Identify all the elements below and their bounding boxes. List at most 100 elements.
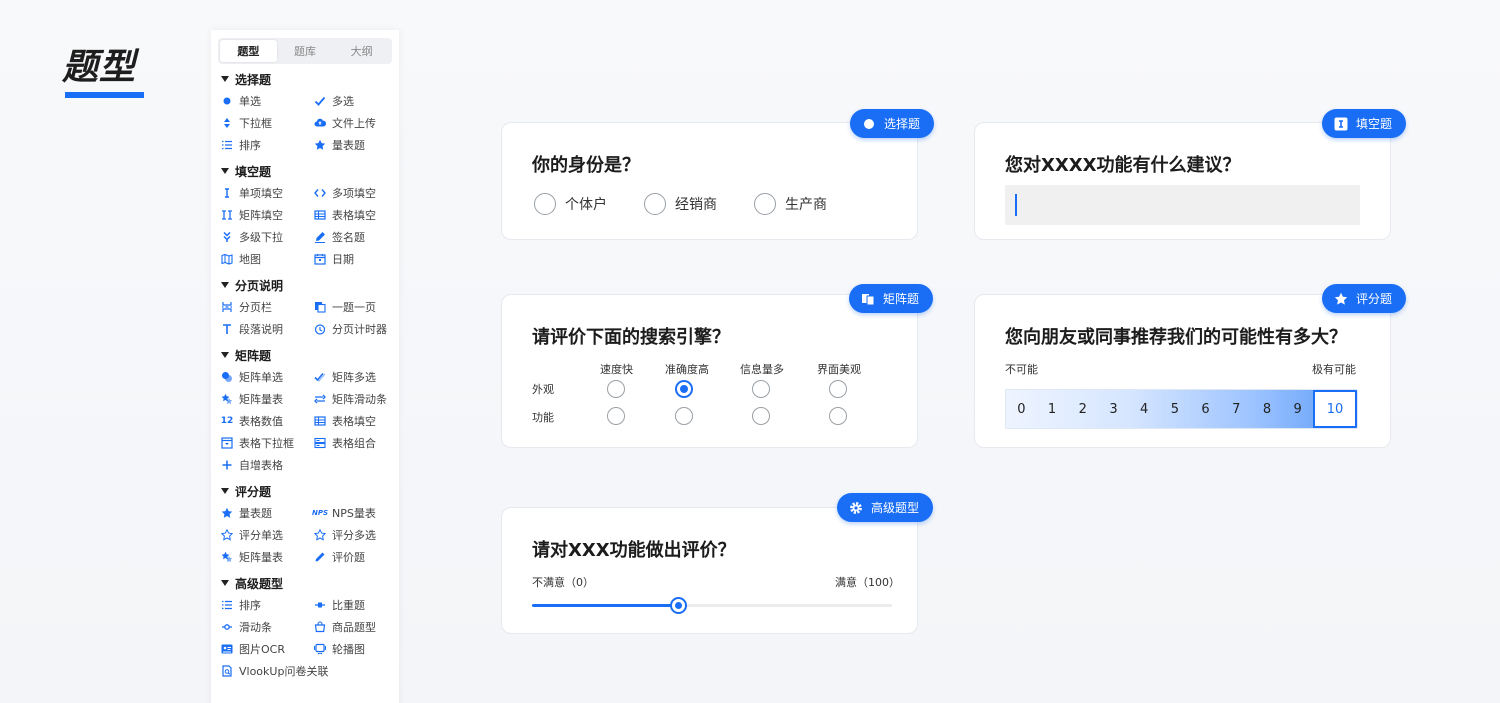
tab-outline[interactable]: 大纲 [333, 40, 390, 62]
sidebar-item[interactable]: 日期 [314, 248, 399, 270]
option-radio[interactable] [534, 193, 556, 215]
nps-score[interactable]: 4 [1129, 390, 1160, 428]
list-icon [221, 139, 233, 151]
timer-icon [314, 323, 326, 335]
nps-score[interactable]: 3 [1098, 390, 1129, 428]
matrix-radio[interactable] [607, 380, 625, 398]
sidebar-group-title[interactable]: 分页说明 [221, 274, 399, 296]
sidebar-item-label: 多级下拉 [239, 231, 283, 244]
fill-question-card[interactable]: 您对XXXX功能有什么建议？ [974, 122, 1391, 240]
matrix-radio-selected[interactable] [675, 380, 693, 398]
answer-input[interactable] [1005, 185, 1360, 225]
sidebar-item-label: 排序 [239, 599, 261, 612]
nps-score-selected[interactable]: 10 [1313, 390, 1357, 428]
sidebar-item[interactable]: 商品题型 [314, 616, 399, 638]
nps-question-card[interactable]: 您向朋友或同事推荐我们的可能性有多大？ 不可能 极有可能 01234567891… [974, 294, 1391, 448]
sidebar-item[interactable]: 多选 [314, 90, 399, 112]
sidebar-item[interactable]: 矩阵单选 [221, 366, 314, 388]
nps-score[interactable]: 9 [1282, 390, 1313, 428]
question-text: 请评价下面的搜索引擎？ [532, 327, 730, 348]
sidebar-item[interactable]: NPS NPS量表 [312, 502, 399, 524]
nps-score[interactable]: 1 [1037, 390, 1068, 428]
sidebar-item-label: 地图 [239, 253, 261, 266]
tab-question-bank[interactable]: 题库 [277, 40, 334, 62]
sidebar-item[interactable]: 签名题 [314, 226, 399, 248]
sidebar-item[interactable]: 评分单选 [221, 524, 314, 546]
sidebar-group-label: 分页说明 [235, 278, 284, 293]
weight-icon [314, 599, 326, 611]
sidebar-item[interactable]: VlookUp问卷关联 [221, 660, 328, 682]
matrix-radio[interactable] [829, 407, 847, 425]
option-radio[interactable] [644, 193, 666, 215]
sidebar-item[interactable]: 自增表格 [221, 454, 314, 476]
sidebar-group-title[interactable]: 评分题 [221, 480, 399, 502]
dot-icon [221, 95, 233, 107]
pencil-icon [314, 551, 326, 563]
nps-high-label: 极有可能 [1312, 363, 1356, 376]
sidebar-item[interactable]: 量表题 [314, 134, 399, 156]
sidebar-group-title[interactable]: 高级题型 [221, 572, 399, 594]
sidebar-item[interactable]: 滑动条 [221, 616, 314, 638]
sidebar-item[interactable]: 段落说明 [221, 318, 314, 340]
sidebar-item[interactable]: 表格填空 [314, 204, 399, 226]
badge-label: 高级题型 [871, 501, 920, 515]
matrix-question-card[interactable]: 请评价下面的搜索引擎？ 速度快 准确度高 信息量多 界面美观 外观 功能 [501, 294, 918, 448]
sidebar-item[interactable]: 单项填空 [221, 182, 314, 204]
matrix-radio[interactable] [829, 380, 847, 398]
cascade-icon [221, 231, 233, 243]
matrix-radio[interactable] [607, 407, 625, 425]
tab-question-types[interactable]: 题型 [220, 40, 277, 62]
sidebar-group-title[interactable]: 矩阵题 [221, 344, 399, 366]
sidebar-group-label: 填空题 [235, 164, 272, 179]
sidebar-item[interactable]: 12 表格数值 [221, 410, 314, 432]
sidebar-item[interactable]: 矩阵滑动条 [314, 388, 399, 410]
sidebar-item[interactable]: 表格组合 [314, 432, 399, 454]
sidebar-item[interactable]: 矩阵填空 [221, 204, 314, 226]
sidebar-item[interactable]: 轮播图 [314, 638, 399, 660]
sidebar-item[interactable]: 表格填空 [314, 410, 399, 432]
sidebar-item[interactable]: 表格下拉框 [221, 432, 314, 454]
nps-score[interactable]: 2 [1067, 390, 1098, 428]
combo-icon [314, 437, 326, 449]
sidebar-groups: 选择题 单选 多选 下拉框 文件上传 排序 量表题 填空题 单项填空 多项填空 矩阵填空 表格填空 多级… [211, 68, 399, 682]
sidebar-item[interactable]: 比重题 [314, 594, 399, 616]
slider-track[interactable] [532, 597, 892, 614]
matrix-radio[interactable] [752, 380, 770, 398]
nps-score[interactable]: 8 [1252, 390, 1283, 428]
nps-score[interactable]: 7 [1221, 390, 1252, 428]
sidebar-item[interactable]: 多项填空 [314, 182, 399, 204]
caret-down-icon [221, 282, 229, 288]
sidebar-item[interactable]: 矩阵多选 [314, 366, 399, 388]
sidebar-item[interactable]: 单选 [221, 90, 314, 112]
matrix-radio[interactable] [675, 407, 693, 425]
dot-icon [862, 117, 876, 131]
sidebar-item[interactable]: 文件上传 [314, 112, 399, 134]
matrix-radio[interactable] [752, 407, 770, 425]
sidebar-group-title[interactable]: 填空题 [221, 160, 399, 182]
sidebar-item-label: 矩阵多选 [332, 371, 376, 384]
sidebar-item[interactable]: 多级下拉 [221, 226, 314, 248]
choice-question-card[interactable]: 你的身份是？ 个体户 经销商 生产商 [501, 122, 918, 240]
sidebar-group-title[interactable]: 选择题 [221, 68, 399, 90]
sidebar-item[interactable]: 下拉框 [221, 112, 314, 134]
sidebar-item[interactable]: 地图 [221, 248, 314, 270]
sidebar-item[interactable]: 排序 [221, 134, 314, 156]
slider-thumb[interactable] [669, 597, 687, 614]
sidebar-item[interactable]: 评分多选 [314, 524, 399, 546]
pen-icon [314, 231, 326, 243]
option-radio[interactable] [754, 193, 776, 215]
sidebar-item[interactable]: 分页栏 [221, 296, 314, 318]
sidebar-item[interactable]: 矩阵量表 [221, 388, 314, 410]
sidebar-item[interactable]: 排序 [221, 594, 314, 616]
slider-question-card[interactable]: 请对XXX功能做出评价？ 不满意（0） 满意（100） [501, 507, 918, 634]
nps-score[interactable]: 0 [1006, 390, 1037, 428]
sidebar-item[interactable]: 矩阵量表 [221, 546, 314, 568]
nps-score[interactable]: 5 [1160, 390, 1191, 428]
sidebar-item[interactable]: 评价题 [314, 546, 399, 568]
sidebar-item[interactable]: 分页计时器 [314, 318, 399, 340]
sidebar-item[interactable]: 图片OCR [221, 638, 314, 660]
sidebar-item[interactable]: 量表题 [221, 502, 314, 524]
sidebar-item[interactable]: 一题一页 [314, 296, 399, 318]
sidebar-item-label: 评分多选 [332, 529, 376, 542]
nps-score[interactable]: 6 [1190, 390, 1221, 428]
